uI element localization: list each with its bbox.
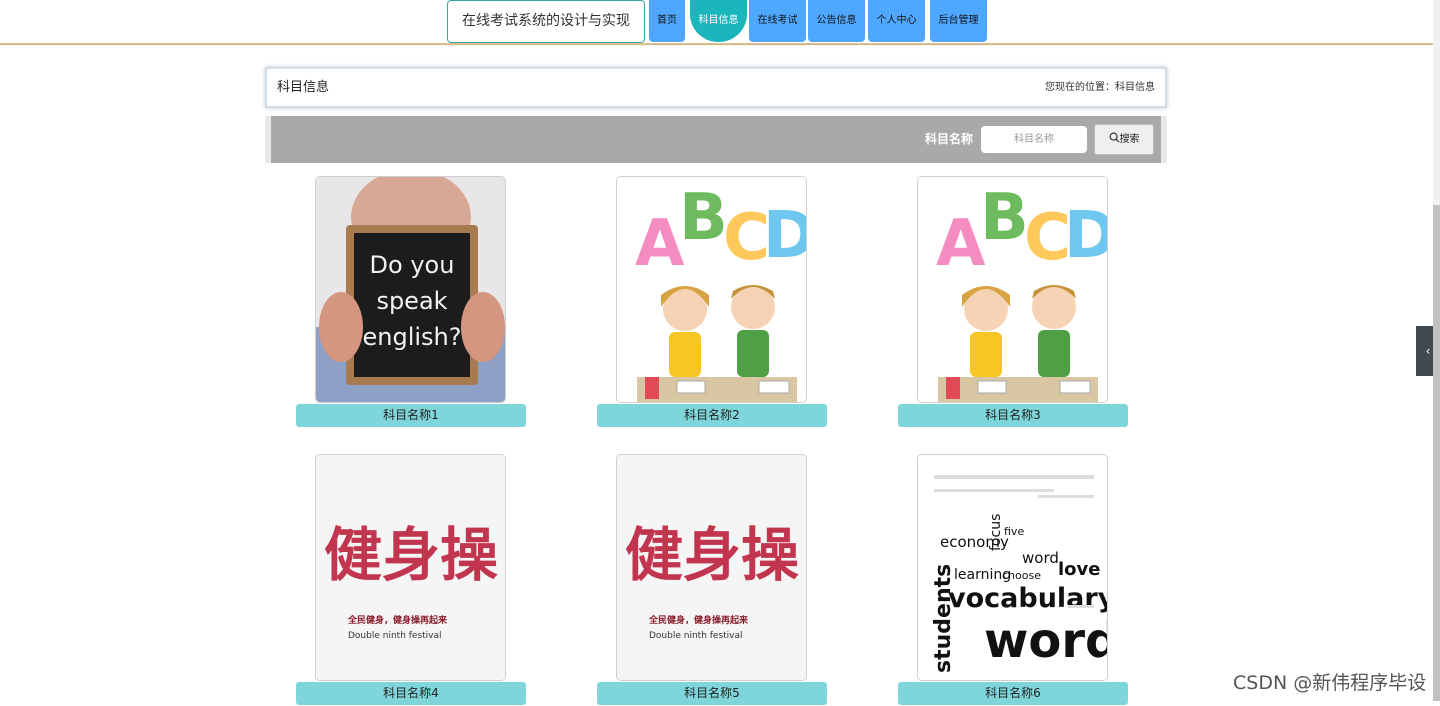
- subject-image[interactable]: Do you speak english?: [315, 176, 506, 403]
- chalkboard-line2: speak: [376, 287, 447, 315]
- subject-card[interactable]: Do you speak english? 科目名称1: [296, 176, 526, 428]
- calligraphy-title: 健身操: [625, 521, 799, 589]
- vertical-scrollbar[interactable]: [1433, 0, 1440, 701]
- letter-d: D: [1064, 199, 1108, 273]
- subject-caption[interactable]: 科目名称3: [898, 404, 1128, 427]
- calligraphy-title: 健身操: [324, 521, 498, 589]
- letter-b: B: [679, 181, 728, 255]
- wordcloud-word: students: [931, 564, 956, 673]
- wordcloud-word: love: [1058, 559, 1100, 580]
- site-title[interactable]: 在线考试系统的设计与实现: [447, 0, 645, 43]
- search-icon: [1109, 132, 1120, 143]
- subject-caption[interactable]: 科目名称4: [296, 682, 526, 705]
- wordcloud-word: word: [1022, 549, 1059, 567]
- breadcrumb-location: 您现在的位置：科目信息: [1045, 82, 1155, 93]
- subject-card[interactable]: vocabulary words students learning econo…: [898, 454, 1128, 706]
- calligraphy-sub1: 全民健身，健身操再起来: [347, 614, 448, 626]
- nav-item-admin[interactable]: 后台管理: [930, 0, 987, 42]
- subject-caption[interactable]: 科目名称5: [597, 682, 827, 705]
- calligraphy-sub2: Double ninth festival: [348, 631, 442, 641]
- search-input[interactable]: [981, 126, 1087, 153]
- nav-item-announcements[interactable]: 公告信息: [808, 0, 865, 42]
- letter-a: A: [635, 207, 685, 281]
- search-button-label: 搜索: [1119, 134, 1140, 145]
- subject-caption[interactable]: 科目名称6: [898, 682, 1128, 705]
- wordcloud-word: five: [1004, 525, 1024, 538]
- wordcloud-word: focus: [988, 514, 1004, 551]
- page-title: 科目信息: [277, 80, 330, 95]
- nav-item-home[interactable]: 首页: [649, 0, 685, 42]
- search-button[interactable]: 搜索: [1094, 124, 1154, 155]
- subject-caption[interactable]: 科目名称2: [597, 404, 827, 427]
- chevron-left-icon: ‹: [1425, 344, 1431, 358]
- subject-card[interactable]: A B C D 科目名称3: [898, 176, 1128, 428]
- search-label: 科目名称: [925, 132, 974, 146]
- letter-d: D: [763, 199, 807, 273]
- chalkboard-line3: english?: [363, 323, 462, 351]
- search-bar: 科目名称 搜索: [265, 116, 1167, 163]
- nav-item-personal-center[interactable]: 个人中心: [868, 0, 925, 42]
- letter-b: B: [980, 181, 1029, 255]
- calligraphy-sub2: Double ninth festival: [649, 631, 743, 641]
- letter-a: A: [936, 207, 986, 281]
- watermark: CSDN @新伟程序毕设: [1233, 672, 1427, 694]
- subject-caption[interactable]: 科目名称1: [296, 404, 526, 427]
- subject-image[interactable]: vocabulary words students learning econo…: [917, 454, 1108, 681]
- wordcloud-word: vocabulary: [948, 583, 1108, 614]
- subject-card[interactable]: A B C D 科目名称2: [597, 176, 827, 428]
- scrollbar-thumb[interactable]: [1433, 205, 1440, 701]
- nav-item-online-exam[interactable]: 在线考试: [749, 0, 806, 42]
- subject-image[interactable]: A B C D: [616, 176, 807, 403]
- calligraphy-sub1: 全民健身，健身操再起来: [648, 614, 749, 626]
- breadcrumb-panel: 科目信息 您现在的位置：科目信息: [265, 67, 1167, 108]
- subject-image[interactable]: A B C D: [917, 176, 1108, 403]
- wordcloud-word: words: [984, 613, 1108, 669]
- subject-image[interactable]: 健身操 全民健身，健身操再起来 Double ninth festival: [315, 454, 506, 681]
- subject-image[interactable]: 健身操 全民健身，健身操再起来 Double ninth festival: [616, 454, 807, 681]
- wordcloud-word: choose: [1002, 569, 1041, 582]
- subject-card[interactable]: 健身操 全民健身，健身操再起来 Double ninth festival 科目…: [296, 454, 526, 706]
- subject-card[interactable]: 健身操 全民健身，健身操再起来 Double ninth festival 科目…: [597, 454, 827, 706]
- nav-shadow: [0, 43, 1433, 46]
- chalkboard-line1: Do you: [370, 251, 455, 279]
